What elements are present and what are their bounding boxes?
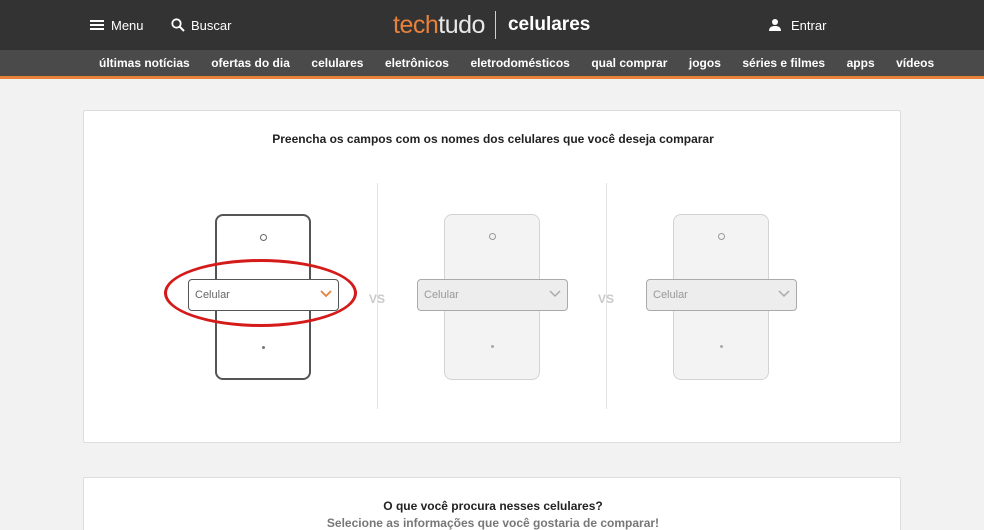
nav-item[interactable]: últimas notícias [99,56,190,70]
menu-button[interactable]: Menu [90,14,144,36]
login-button[interactable]: Entrar [768,14,826,36]
info-subtitle: Selecione as informações que você gostar… [326,516,660,530]
logo-section: celulares [507,14,591,35]
home-dot [719,345,723,348]
compare-card: Preencha os campos com os nomes dos celu… [83,110,901,443]
chevron-down-icon [549,290,561,298]
camera-icon [488,233,496,240]
phone-select-1[interactable]: Celular [188,279,339,311]
camera-icon [717,233,725,240]
hamburger-icon [90,20,104,30]
nav-item[interactable]: eletrodomésticos [470,56,569,70]
nav-item[interactable]: séries e filmes [742,56,825,70]
home-dot [261,346,265,349]
nav-item[interactable]: vídeos [896,56,934,70]
phone-select-value: Celular [653,289,688,301]
vs-label: VS [598,292,615,306]
nav-item[interactable]: ofertas do dia [211,56,290,70]
chevron-down-icon [778,290,790,298]
site-logo[interactable]: tech tudo celulares [393,8,590,42]
search-label: Buscar [191,17,232,33]
nav-item[interactable]: jogos [689,56,721,70]
info-card: O que você procura nesses celulares? Sel… [83,477,901,530]
user-icon [769,19,781,31]
logo-divider [494,11,496,39]
logo-tech: tech [393,10,439,39]
camera-icon [259,234,267,241]
phone-select-3[interactable]: Celular [646,279,797,311]
nav-item[interactable]: qual comprar [591,56,667,70]
info-title: O que você procura nesses celulares? [383,499,603,513]
phone-select-value: Celular [195,289,230,301]
category-nav: últimas notícias ofertas do dia celulares e… [0,50,984,79]
nav-item[interactable]: eletrônicos [385,56,449,70]
search-icon [171,18,185,32]
chevron-down-icon [320,290,332,298]
search-button[interactable]: Buscar [171,14,231,36]
nav-item[interactable]: apps [847,56,875,70]
compare-title: Preencha os campos com os nomes dos celu… [272,132,714,146]
login-label: Entrar [791,17,827,33]
nav-item[interactable]: celulares [311,56,363,70]
vs-label: VS [369,292,386,306]
home-dot [490,345,494,348]
top-header: Menu Buscar tech tudo celulares Entrar [0,0,984,50]
menu-label: Menu [111,17,144,33]
phone-select-2[interactable]: Celular [417,279,568,311]
phone-select-value: Celular [424,289,459,301]
logo-tudo: tudo [438,10,485,39]
